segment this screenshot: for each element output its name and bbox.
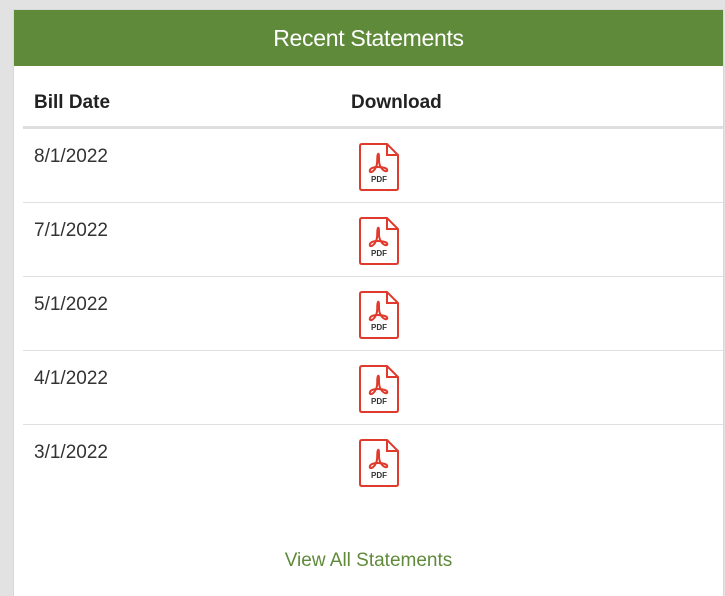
svg-text:PDF: PDF xyxy=(371,175,387,184)
svg-text:PDF: PDF xyxy=(371,397,387,406)
pdf-download-link[interactable]: PDF xyxy=(358,438,400,488)
statement-row: 3/1/2022 PDF xyxy=(23,425,723,499)
bill-date: 7/1/2022 xyxy=(34,220,108,241)
svg-text:PDF: PDF xyxy=(371,471,387,480)
pdf-icon: PDF xyxy=(359,143,399,191)
bill-date: 3/1/2022 xyxy=(34,442,108,463)
svg-text:PDF: PDF xyxy=(371,249,387,258)
statement-row: 4/1/2022 PDF xyxy=(23,351,723,425)
bill-date-column-header: Bill Date xyxy=(34,92,111,113)
pdf-download-link[interactable]: PDF xyxy=(358,216,400,266)
bill-date: 8/1/2022 xyxy=(34,146,108,167)
bill-date: 4/1/2022 xyxy=(34,368,108,389)
view-all-statements-link[interactable]: View All Statements xyxy=(14,550,723,572)
pdf-icon: PDF xyxy=(359,217,399,265)
pdf-download-link[interactable]: PDF xyxy=(358,364,400,414)
recent-statements-panel: Recent Statements Bill Date Download 8/1… xyxy=(13,9,724,596)
bill-date: 5/1/2022 xyxy=(34,294,108,315)
statement-row: 7/1/2022 PDF xyxy=(23,203,723,277)
panel-title: Recent Statements xyxy=(14,10,723,66)
pdf-download-link[interactable]: PDF xyxy=(358,290,400,340)
statement-row: 5/1/2022 PDF xyxy=(23,277,723,351)
svg-text:PDF: PDF xyxy=(371,323,387,332)
pdf-icon: PDF xyxy=(359,439,399,487)
pdf-icon: PDF xyxy=(359,291,399,339)
pdf-download-link[interactable]: PDF xyxy=(358,142,400,192)
pdf-icon: PDF xyxy=(359,365,399,413)
download-column-header: Download xyxy=(351,92,442,113)
statement-row: 8/1/2022 PDF xyxy=(23,129,723,203)
statements-list: 8/1/2022 PDF 7/1/2022 PDF 5/1/2022 PDF 4… xyxy=(23,129,723,499)
